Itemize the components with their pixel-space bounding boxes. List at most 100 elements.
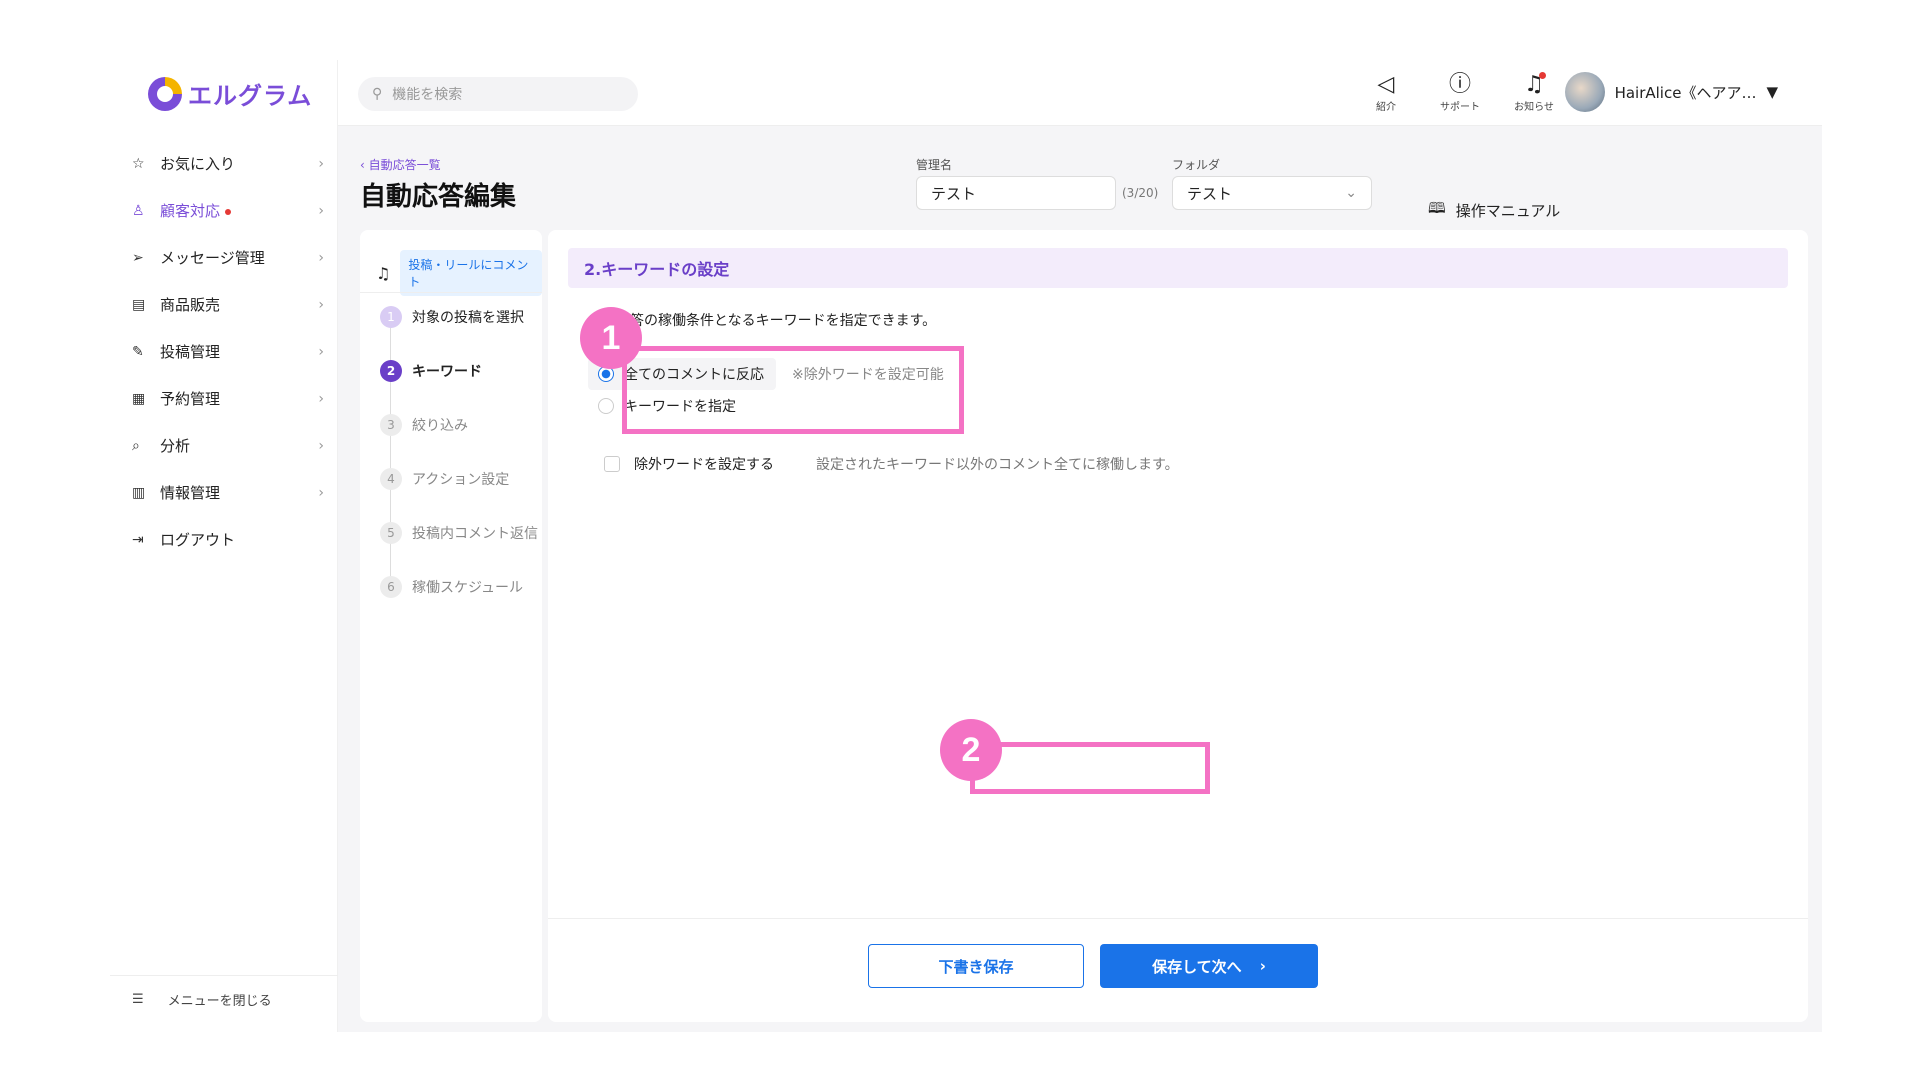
section-title: 2.キーワードの設定 — [568, 248, 1788, 288]
exclude-label: 除外ワードを設定する — [634, 457, 774, 473]
intro-button[interactable]: ◁ 紹介 — [1358, 72, 1414, 113]
support-button[interactable]: ⓘ サポート — [1432, 72, 1488, 113]
step-number: 3 — [380, 414, 402, 436]
annotation-badge-2: 2 — [940, 719, 1002, 781]
menu-collapse-icon: ☰ — [132, 992, 144, 1007]
logo[interactable]: エルグラム — [148, 76, 312, 111]
divider — [548, 918, 1808, 919]
step-number: 5 — [380, 522, 402, 544]
step-label: 絞り込み — [412, 418, 468, 434]
caret-down-icon: ▼ — [1766, 83, 1778, 101]
annotation-highlight-2 — [970, 742, 1210, 794]
logo-icon — [148, 76, 182, 111]
chevron-right-icon: › — [318, 484, 324, 501]
manual-link[interactable]: 🕮 操作マニュアル — [1428, 198, 1560, 223]
step-label: キーワード — [412, 364, 482, 380]
sidebar-item-analysis[interactable]: ⌕ 分析 › — [110, 422, 338, 469]
step-6[interactable]: 6 稼働スケジュール — [380, 576, 523, 598]
sidebar-item-label: 商品販売 — [160, 296, 221, 314]
sidebar-item-customer[interactable]: ♙ 顧客対応 › — [110, 187, 338, 234]
type-row: ♫ 投稿・リールにコメント — [376, 250, 542, 296]
sidebar-item-label: 情報管理 — [160, 484, 221, 502]
book-icon: 🕮 — [1428, 199, 1446, 217]
step-2[interactable]: 2 キーワード — [380, 360, 482, 382]
sidebar-nav: ☆ お気に入り › ♙ 顧客対応 › ➢ メッセージ管理 › ▤ 商品販売 › … — [110, 140, 338, 563]
exclude-hint: 設定されたキーワード以外のコメント全てに稼働します。 — [816, 457, 1179, 473]
exclude-words-checkbox[interactable]: 除外ワードを設定する 設定されたキーワード以外のコメント全てに稼働します。 — [604, 454, 1179, 474]
logout-icon: ⇥ — [132, 531, 144, 548]
sidebar-item-messages[interactable]: ➢ メッセージ管理 › — [110, 234, 338, 281]
step-label: 投稿内コメント返信 — [412, 526, 538, 542]
close-menu-button[interactable]: ☰ メニューを閉じる — [132, 990, 272, 1009]
chart-icon: ▥ — [132, 484, 146, 501]
step-label: アクション設定 — [412, 472, 510, 488]
radio-button[interactable] — [598, 398, 614, 414]
sidebar-item-posts[interactable]: ✎ 投稿管理 › — [110, 328, 338, 375]
step-5[interactable]: 5 投稿内コメント返信 — [380, 522, 538, 544]
analysis-icon: ⌕ — [132, 437, 140, 454]
megaphone-icon: ◁ — [1377, 72, 1395, 97]
sidebar-item-sales[interactable]: ▤ 商品販売 › — [110, 281, 338, 328]
step-number: 6 — [380, 576, 402, 598]
chevron-right-icon: › — [318, 390, 324, 407]
sidebar-item-label: 分析 — [160, 437, 191, 455]
name-value: テスト — [931, 184, 977, 203]
send-icon: ➢ — [132, 249, 144, 266]
checkbox[interactable] — [604, 456, 620, 472]
person-icon: ♙ — [132, 202, 145, 219]
step-number: 4 — [380, 468, 402, 490]
intro-label: 紹介 — [1376, 102, 1396, 113]
help-icon: ⓘ — [1448, 72, 1471, 97]
sidebar-item-label: 予約管理 — [160, 390, 221, 408]
step-4[interactable]: 4 アクション設定 — [380, 468, 509, 490]
manual-label: 操作マニュアル — [1455, 202, 1561, 220]
notification-dot — [225, 208, 232, 215]
shop-icon: ▤ — [132, 296, 146, 313]
sidebar-item-label: 顧客対応 — [160, 200, 318, 221]
header-icons: ◁ 紹介 ⓘ サポート ♫ お知らせ — [1358, 72, 1562, 113]
divider — [110, 975, 338, 976]
page-title: 自動応答編集 — [360, 182, 517, 212]
sidebar-item-label: 投稿管理 — [160, 343, 221, 361]
search-input[interactable]: ⚲ 機能を検索 — [358, 77, 638, 111]
save-next-label: 保存して次へ — [1152, 957, 1242, 976]
sidebar-item-logout[interactable]: ⇥ ログアウト — [110, 516, 338, 563]
step-number: 1 — [380, 306, 402, 328]
name-field[interactable]: テスト — [916, 176, 1116, 210]
step-1[interactable]: 1 対象の投稿を選択 — [380, 306, 524, 328]
notification-dot — [1539, 72, 1546, 79]
edit-icon: ✎ — [132, 343, 144, 360]
calendar-icon: ▦ — [132, 390, 146, 407]
bell-icon: ♫ — [376, 263, 391, 283]
top-header: ⚲ 機能を検索 ◁ 紹介 ⓘ サポート ♫ お知らせ HairAlice《ヘアア… — [338, 60, 1822, 126]
user-name: HairAlice《ヘアア… — [1614, 83, 1757, 102]
folder-select[interactable]: テスト ⌄ — [1172, 176, 1372, 210]
sidebar-item-info[interactable]: ▥ 情報管理 › — [110, 469, 338, 516]
annotation-badge-1: 1 — [580, 307, 642, 369]
name-counter: (3/20) — [1122, 186, 1159, 200]
step-3[interactable]: 3 絞り込み — [380, 414, 468, 436]
sidebar-item-favorites[interactable]: ☆ お気に入り › — [110, 140, 338, 187]
app-window: エルグラム ☆ お気に入り › ♙ 顧客対応 › ➢ メッセージ管理 › ▤ 商… — [110, 60, 1822, 1032]
save-next-button[interactable]: 保存して次へ › — [1100, 944, 1318, 988]
name-label: 管理名 — [916, 158, 953, 172]
chevron-right-icon: › — [318, 437, 324, 454]
chevron-right-icon: › — [318, 296, 324, 313]
step-number: 2 — [380, 360, 402, 382]
support-label: サポート — [1440, 102, 1480, 113]
chevron-right-icon: › — [318, 202, 324, 219]
folder-value: テスト — [1187, 184, 1233, 203]
step-label: 稼働スケジュール — [412, 580, 524, 596]
sidebar-item-reservations[interactable]: ▦ 予約管理 › — [110, 375, 338, 422]
breadcrumb[interactable]: ‹ 自動応答一覧 — [360, 156, 441, 173]
notifications-button[interactable]: ♫ お知らせ — [1506, 72, 1562, 113]
sidebar-item-label: ログアウト — [160, 531, 236, 549]
close-menu-label: メニューを閉じる — [167, 994, 272, 1009]
user-menu[interactable]: HairAlice《ヘアア… ▼ — [1564, 72, 1778, 112]
logo-text: エルグラム — [188, 82, 313, 110]
chevron-right-icon: › — [318, 249, 324, 266]
divider — [360, 292, 542, 293]
chevron-right-icon: › — [318, 343, 324, 360]
save-draft-button[interactable]: 下書き保存 — [868, 944, 1084, 988]
steps-panel: ♫ 投稿・リールにコメント 1 対象の投稿を選択 2 キーワード 3 絞り込み — [360, 230, 542, 1022]
